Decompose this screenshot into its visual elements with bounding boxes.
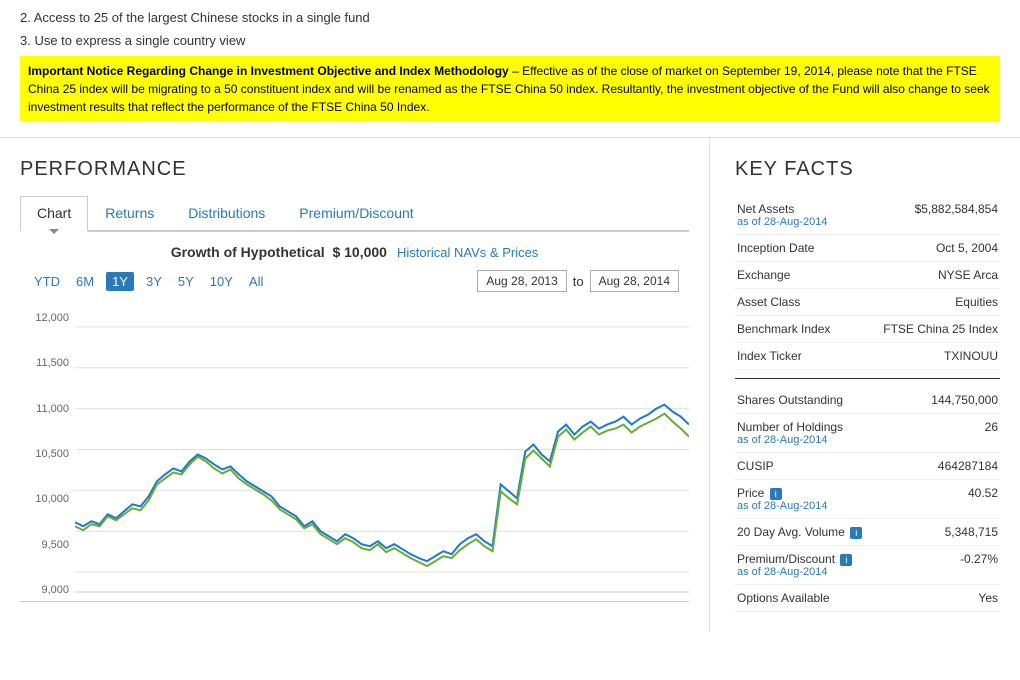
chart-area: 12,000 11,500 11,000 10,500 10,000 9,500… [20,307,689,602]
date-separator: to [573,274,584,289]
cusip-value: 464287184 [881,453,1000,480]
y-label-12000: 12,000 [20,312,75,324]
tab-returns[interactable]: Returns [88,196,171,230]
fact-row-asset-class: Asset Class Equities [735,289,1000,316]
price-info-icon[interactable]: i [770,488,782,500]
holdings-sub: as of 28-Aug-2014 [737,434,879,446]
y-label-9500: 9,500 [20,539,75,551]
fact-row-net-assets: Net Assets as of 28-Aug-2014 $5,882,584,… [735,196,1000,235]
premium-sub: as of 28-Aug-2014 [737,566,879,578]
holdings-label: Number of Holdings [737,420,843,434]
inception-value: Oct 5, 2004 [881,235,1000,262]
fact-row-shares: Shares Outstanding 144,750,000 [735,387,1000,414]
performance-title: PERFORMANCE [20,158,689,181]
fact-row-inception: Inception Date Oct 5, 2004 [735,235,1000,262]
tab-chart[interactable]: Chart [20,196,88,232]
asset-class-label: Asset Class [735,289,881,316]
volume-value: 5,348,715 [881,519,1000,546]
top-section: 2. Access to 25 of the largest Chinese s… [0,0,1020,138]
y-label-11000: 11,000 [20,403,75,415]
y-label-10000: 10,000 [20,493,75,505]
premium-label: Premium/Discount i [737,552,852,566]
chart-svg [75,307,689,601]
facts-table-2: Shares Outstanding 144,750,000 Number of… [735,387,1000,612]
key-facts-title: KEY FACTS [735,158,1000,181]
y-axis: 12,000 11,500 11,000 10,500 10,000 9,500… [20,307,75,601]
shares-label: Shares Outstanding [735,387,881,414]
time-btn-6m[interactable]: 6M [72,272,98,291]
y-label-10500: 10,500 [20,448,75,460]
right-panel: KEY FACTS Net Assets as of 28-Aug-2014 $… [710,138,1020,632]
fact-row-premium: Premium/Discount i as of 28-Aug-2014 -0.… [735,546,1000,585]
net-assets-value: $5,882,584,854 [881,196,1000,235]
date-from[interactable]: Aug 28, 2013 [477,270,566,292]
y-label-11500: 11,500 [20,357,75,369]
net-assets-label: Net Assets [737,202,794,216]
chart-title: Growth of Hypothetical $ 10,000 [171,244,387,260]
cusip-label: CUSIP [735,453,881,480]
date-to[interactable]: Aug 28, 2014 [590,270,679,292]
left-panel: PERFORMANCE Chart Returns Distributions … [0,138,710,632]
y-label-9000: 9,000 [20,584,75,596]
options-label: Options Available [735,585,881,612]
facts-separator [735,378,1000,379]
notice-bold-text: Important Notice Regarding Change in Inv… [28,64,509,78]
benchmark-label: Benchmark Index [735,316,881,343]
holdings-value: 26 [881,414,1000,453]
price-label: Price i [737,486,782,500]
net-assets-sub: as of 28-Aug-2014 [737,216,879,228]
facts-table-1: Net Assets as of 28-Aug-2014 $5,882,584,… [735,196,1000,370]
index-ticker-label: Index Ticker [735,343,881,370]
premium-info-icon[interactable]: i [840,554,852,566]
fact-row-holdings: Number of Holdings as of 28-Aug-2014 26 [735,414,1000,453]
asset-class-value: Equities [881,289,1000,316]
price-value: 40.52 [881,480,1000,519]
time-btn-1y[interactable]: 1Y [106,272,134,291]
time-range-row: YTD 6M 1Y 3Y 5Y 10Y All Aug 28, 2013 to … [20,270,689,292]
fact-row-cusip: CUSIP 464287184 [735,453,1000,480]
time-btn-10y[interactable]: 10Y [206,272,237,291]
premium-value: -0.27% [881,546,1000,585]
fact-row-index-ticker: Index Ticker TXINOUU [735,343,1000,370]
tab-premium-discount[interactable]: Premium/Discount [282,196,430,230]
volume-info-icon[interactable]: i [850,527,862,539]
price-sub: as of 28-Aug-2014 [737,500,879,512]
options-value: Yes [881,585,1000,612]
benchmark-value: FTSE China 25 Index [881,316,1000,343]
tab-distributions[interactable]: Distributions [171,196,282,230]
item2-text: 2. Access to 25 of the largest Chinese s… [20,10,1000,25]
notice-box: Important Notice Regarding Change in Inv… [20,56,1000,122]
time-btn-3y[interactable]: 3Y [142,272,166,291]
index-ticker-value: TXINOUU [881,343,1000,370]
performance-tabs: Chart Returns Distributions Premium/Disc… [20,196,689,232]
exchange-label: Exchange [735,262,881,289]
volume-label: 20 Day Avg. Volume i [737,525,862,539]
shares-value: 144,750,000 [881,387,1000,414]
exchange-value: NYSE Arca [881,262,1000,289]
time-btn-5y[interactable]: 5Y [174,272,198,291]
date-range: Aug 28, 2013 to Aug 28, 2014 [477,270,679,292]
main-layout: PERFORMANCE Chart Returns Distributions … [0,138,1020,632]
time-btn-all[interactable]: All [245,272,267,291]
fact-row-benchmark: Benchmark Index FTSE China 25 Index [735,316,1000,343]
inception-label: Inception Date [735,235,881,262]
fact-row-options: Options Available Yes [735,585,1000,612]
item3-text: 3. Use to express a single country view [20,33,1000,48]
chart-header: Growth of Hypothetical $ 10,000 Historic… [20,244,689,260]
fact-row-exchange: Exchange NYSE Arca [735,262,1000,289]
time-btn-ytd[interactable]: YTD [30,272,64,291]
fact-row-price: Price i as of 28-Aug-2014 40.52 [735,480,1000,519]
fact-row-volume: 20 Day Avg. Volume i 5,348,715 [735,519,1000,546]
historical-navs-link[interactable]: Historical NAVs & Prices [397,245,538,260]
